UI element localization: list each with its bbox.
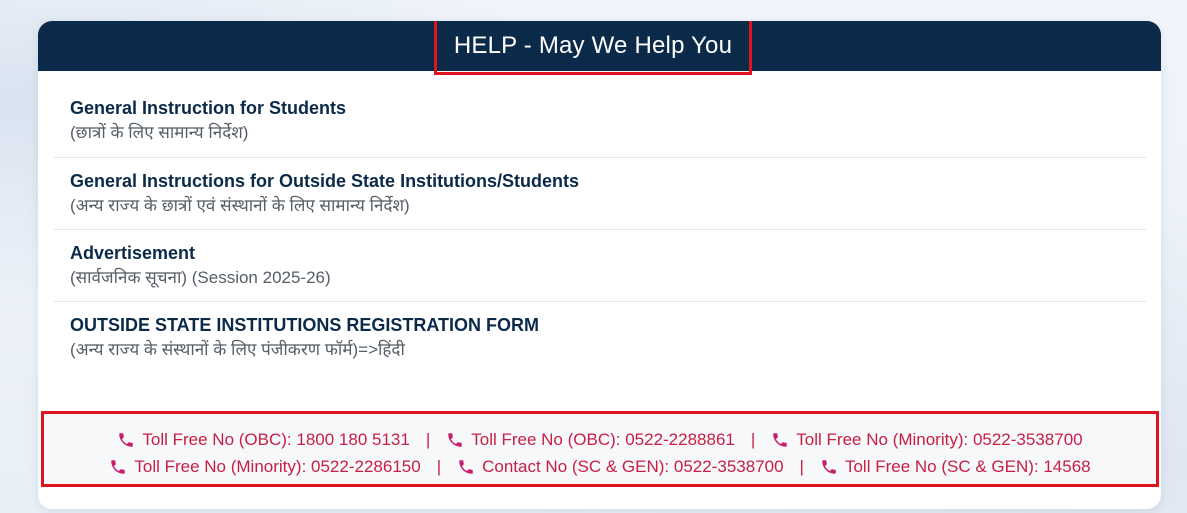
item-subtitle: (छात्रों के लिए सामान्य निर्देश) [70, 123, 249, 142]
contact-obc-tollfree-2[interactable]: Toll Free No (OBC): 0522-2288861 [446, 430, 735, 450]
separator: | [425, 429, 431, 449]
separator: | [436, 456, 442, 476]
list-item-registration-form[interactable]: OUTSIDE STATE INSTITUTIONS REGISTRATION … [54, 302, 1146, 374]
contact-text: Toll Free No (Minority): 0522-3538700 [796, 429, 1083, 449]
item-title[interactable]: OUTSIDE STATE INSTITUTIONS REGISTRATION … [70, 314, 1130, 336]
item-title[interactable]: Advertisement [70, 242, 1130, 264]
phone-icon [119, 432, 134, 447]
contact-sc-gen-contact[interactable]: Contact No (SC & GEN): 0522-3538700 [457, 456, 784, 477]
list-item-advertisement[interactable]: Advertisement (सार्वजनिक सूचना) (Session… [54, 230, 1146, 302]
title-highlight-box: HELP - May We Help You [434, 21, 752, 75]
contact-text: Toll Free No (OBC): 1800 180 5131 [142, 429, 410, 449]
list-item-general-instruction[interactable]: General Instruction for Students (छात्रो… [54, 84, 1146, 158]
contact-text: Toll Free No (SC & GEN): 14568 [844, 456, 1091, 476]
contact-minority-tollfree-2[interactable]: Toll Free No (Minority): 0522-2286150 [109, 456, 421, 477]
contact-text: Toll Free No (Minority): 0522-2286150 [134, 456, 421, 476]
item-subtitle: (अन्य राज्य के छात्रों एवं संस्थानों के … [70, 196, 410, 215]
contact-numbers-box: Toll Free No (OBC): 1800 180 5131 | Toll… [41, 411, 1159, 487]
list-item-outside-state-instructions[interactable]: General Instructions for Outside State I… [54, 158, 1146, 230]
help-title: HELP - May We Help You [453, 31, 733, 59]
contact-row-1: Toll Free No (OBC): 1800 180 5131 | Toll… [44, 426, 1156, 453]
help-header: HELP - May We Help You [38, 21, 1161, 75]
phone-icon [448, 432, 462, 447]
phone-icon [111, 459, 126, 474]
help-card: HELP - May We Help You General Instructi… [38, 21, 1161, 509]
contact-minority-tollfree-1[interactable]: Toll Free No (Minority): 0522-3538700 [771, 429, 1083, 450]
contact-text: Toll Free No (OBC): 0522-2288861 [471, 429, 735, 449]
contact-sc-gen-tollfree[interactable]: Toll Free No (SC & GEN): 14568 [820, 457, 1091, 477]
item-title[interactable]: General Instruction for Students [70, 97, 1130, 119]
contact-row-2: Toll Free No (Minority): 0522-2286150 | … [44, 453, 1156, 480]
phone-icon [822, 459, 836, 474]
separator: | [799, 456, 804, 476]
contact-text: Contact No (SC & GEN): 0522-3538700 [482, 456, 784, 476]
separator: | [750, 429, 756, 449]
item-subtitle: (सार्वजनिक सूचना) (Session 2025-26) [70, 268, 331, 287]
phone-icon [459, 459, 473, 474]
contact-obc-tollfree-1[interactable]: Toll Free No (OBC): 1800 180 5131 [117, 429, 410, 450]
help-links-list: General Instruction for Students (छात्रो… [54, 84, 1146, 374]
item-subtitle[interactable]: (अन्य राज्य के संस्थानों के लिए पंजीकरण … [70, 338, 1130, 362]
item-title[interactable]: General Instructions for Outside State I… [70, 170, 1130, 192]
phone-icon [773, 432, 788, 447]
